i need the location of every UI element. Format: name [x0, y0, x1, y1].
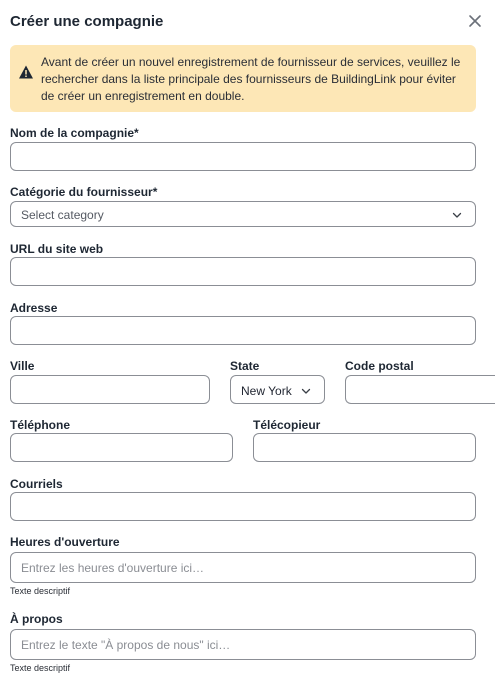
- address-input[interactable]: [10, 316, 476, 345]
- company-name-label: Nom de la compagnie*: [10, 126, 139, 140]
- chevron-down-icon: [452, 212, 462, 218]
- about-input[interactable]: [10, 629, 476, 660]
- category-label: Catégorie du fournisseur*: [10, 185, 158, 199]
- fax-label: Télécopieur: [253, 418, 321, 432]
- alert-message: Avant de créer un nouvel enregistrement …: [41, 55, 461, 103]
- warning-alert: Avant de créer un nouvel enregistrement …: [10, 45, 476, 112]
- hours-help-text: Texte descriptif: [10, 586, 71, 596]
- close-icon[interactable]: [467, 13, 483, 29]
- state-select[interactable]: New York: [230, 375, 325, 404]
- warning-icon: [19, 65, 33, 79]
- state-selected-value: New York: [241, 384, 292, 398]
- state-label: State: [230, 359, 260, 373]
- dialog-title: Créer une compagnie: [10, 13, 164, 30]
- fax-input[interactable]: [253, 433, 476, 462]
- hours-input[interactable]: [10, 552, 476, 583]
- website-label: URL du site web: [10, 242, 104, 256]
- postal-code-input[interactable]: [345, 375, 495, 404]
- emails-label: Courriels: [10, 477, 63, 491]
- about-help-text: Texte descriptif: [10, 663, 71, 673]
- phone-input[interactable]: [10, 433, 233, 462]
- city-label: Ville: [10, 359, 35, 373]
- postal-code-label: Code postal: [345, 359, 414, 373]
- category-select[interactable]: Select category: [10, 201, 476, 227]
- address-label: Adresse: [10, 301, 58, 315]
- phone-label: Téléphone: [10, 418, 71, 432]
- company-name-input[interactable]: [10, 142, 476, 171]
- city-input[interactable]: [10, 375, 210, 404]
- website-input[interactable]: [10, 257, 476, 286]
- hours-label: Heures d'ouverture: [10, 535, 120, 549]
- category-selected-value: Select category: [21, 208, 104, 222]
- about-label: À propos: [10, 612, 63, 626]
- chevron-down-icon: [301, 388, 311, 394]
- emails-input[interactable]: [10, 492, 476, 521]
